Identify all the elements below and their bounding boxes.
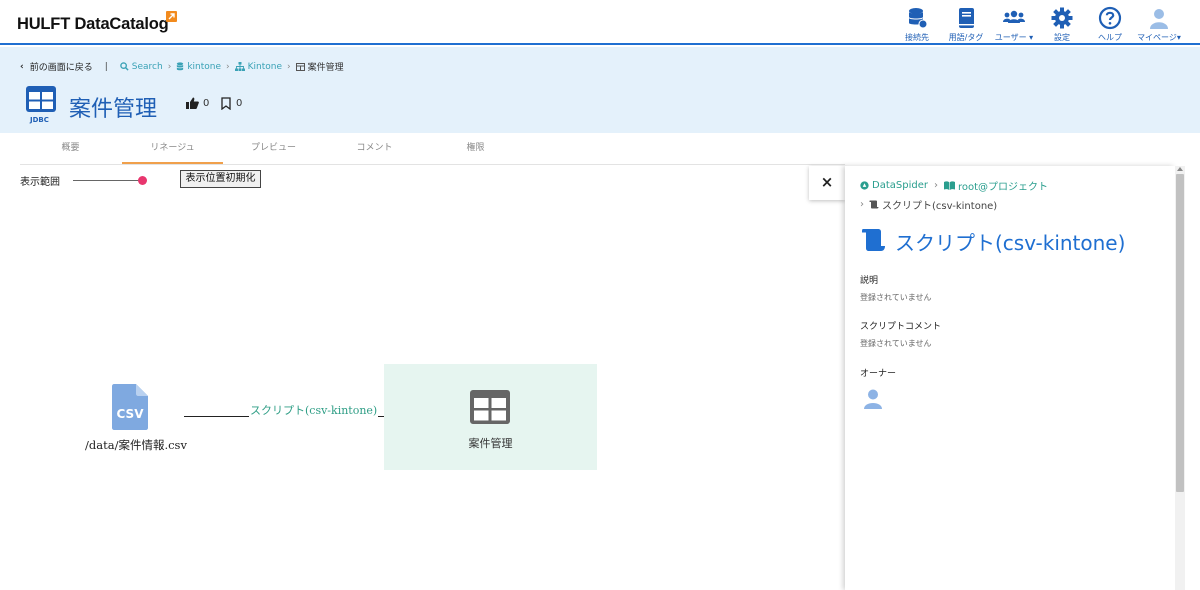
close-panel-button[interactable]: × — [809, 166, 845, 200]
csv-file-icon: CSV — [112, 384, 148, 430]
panel-crumb-label: DataSpider — [872, 180, 928, 191]
display-range-slider-handle[interactable] — [138, 176, 147, 185]
bookmark-button[interactable]: 0 — [221, 97, 242, 110]
display-range-label: 表示範囲 — [20, 177, 60, 188]
chevron-right-icon: › — [933, 180, 938, 191]
panel-breadcrumb: DataSpider › root@プロジェクト — [860, 178, 1048, 193]
panel-crumb-current-label: スクリプト(csv-kintone) — [882, 201, 998, 212]
book-icon — [959, 8, 974, 28]
help-icon — [1098, 6, 1122, 30]
lineage-edge-label[interactable]: スクリプト(csv-kintone) — [249, 402, 379, 418]
user-icon — [1150, 9, 1168, 29]
nav-label: 接続先 — [905, 33, 929, 42]
description-label: 説明 — [860, 276, 879, 286]
table-icon — [26, 86, 56, 112]
sitemap-icon — [234, 62, 245, 71]
bookmark-icon — [221, 97, 231, 110]
breadcrumb-label: Search — [131, 61, 163, 72]
nav-label: ヘルプ — [1098, 33, 1122, 42]
panel-title: スクリプト(csv-kintone) — [895, 231, 1126, 255]
dataspider-icon — [860, 181, 869, 190]
target-node-label: 案件管理 — [468, 437, 513, 450]
database-icon — [177, 62, 184, 71]
description-value: 登録されていません — [860, 293, 932, 302]
scrollbar-thumb[interactable] — [1176, 174, 1184, 492]
nav-mypage[interactable]: マイページ▾ — [1131, 6, 1187, 42]
panel-breadcrumb-current: › スクリプト(csv-kintone) — [860, 197, 997, 212]
script-comment-label: スクリプトコメント — [860, 322, 942, 332]
breadcrumb-search[interactable]: Search — [120, 62, 163, 72]
like-count: 0 — [203, 97, 210, 109]
scroll-icon — [862, 229, 885, 251]
nav-label: マイページ▾ — [1137, 33, 1181, 42]
script-comment-value: 登録されていません — [860, 339, 932, 348]
breadcrumb-label: Kintone — [247, 61, 283, 72]
chevron-left-icon: ‹ — [20, 61, 24, 72]
breadcrumb: ‹ 前の画面に戻る | Search › kintone › Kintone ›… — [20, 60, 344, 74]
breadcrumb-current-label: 案件管理 — [307, 63, 344, 73]
svg-text:CSV: CSV — [117, 407, 145, 421]
scroll-up-arrow-icon[interactable] — [1177, 167, 1183, 171]
back-link[interactable]: ‹ 前の画面に戻る — [20, 60, 93, 74]
open-book-icon — [943, 181, 955, 190]
logo-arrow-icon — [166, 11, 177, 22]
users-icon — [1003, 10, 1025, 23]
chevron-right-icon: › — [167, 61, 172, 72]
chevron-right-icon: › — [860, 199, 864, 210]
nav-help[interactable]: ヘルプ — [1082, 6, 1138, 42]
lineage-target-node[interactable]: 案件管理 — [384, 364, 597, 470]
asset-tabs: 概要 リネージュ プレビュー コメント 権限 — [20, 133, 845, 165]
breadcrumb-label: kintone — [187, 61, 222, 72]
app-logo[interactable]: HULFT DataCatalog — [17, 15, 169, 34]
owner-avatar-icon[interactable] — [864, 389, 882, 409]
tab-overview[interactable]: 概要 — [20, 133, 121, 164]
page-title: 案件管理 — [69, 97, 158, 122]
breadcrumb-kintone-schema[interactable]: Kintone — [234, 61, 283, 72]
owner-label: オーナー — [860, 369, 897, 379]
breadcrumb-divider: | — [104, 61, 108, 72]
detail-side-panel: DataSpider › root@プロジェクト › スクリプト(csv-kin… — [845, 166, 1175, 590]
database-icon — [909, 8, 928, 29]
table-icon — [470, 390, 510, 424]
back-link-label: 前の画面に戻る — [29, 63, 93, 73]
asset-type-label: JDBC — [30, 116, 49, 124]
reset-position-button[interactable]: 表示位置初期化 — [180, 170, 261, 188]
tab-permissions[interactable]: 権限 — [425, 133, 526, 164]
nav-connections[interactable]: 接続先 — [889, 6, 945, 42]
like-button[interactable]: 0 — [186, 97, 209, 109]
chevron-right-icon: › — [226, 61, 230, 72]
tab-preview[interactable]: プレビュー — [223, 133, 324, 164]
display-range-slider-track[interactable] — [73, 180, 143, 181]
asset-header: ‹ 前の画面に戻る | Search › kintone › Kintone ›… — [0, 47, 1200, 133]
tab-comments[interactable]: コメント — [324, 133, 425, 164]
table-icon — [295, 62, 305, 71]
panel-crumb-project[interactable]: root@プロジェクト — [943, 178, 1049, 193]
scroll-icon — [869, 200, 879, 209]
breadcrumb-kintone-db[interactable]: kintone — [176, 62, 221, 72]
bookmark-count: 0 — [236, 98, 243, 109]
breadcrumb-current: 案件管理 — [295, 60, 344, 73]
chevron-right-icon: › — [287, 61, 291, 72]
top-navbar: HULFT DataCatalog 接続先 用語/タグ ユーザー ▾ 設定 ヘル… — [0, 0, 1200, 45]
panel-crumb-label: root@プロジェクト — [957, 182, 1049, 193]
gear-icon — [1051, 7, 1073, 29]
tab-lineage[interactable]: リネージュ — [122, 133, 223, 164]
thumbs-up-icon — [186, 97, 199, 109]
source-node-label: /data/案件情報.csv — [85, 438, 187, 452]
panel-crumb-dataspider[interactable]: DataSpider — [860, 180, 928, 191]
search-icon — [120, 62, 129, 71]
panel-scrollbar[interactable] — [1175, 166, 1185, 590]
